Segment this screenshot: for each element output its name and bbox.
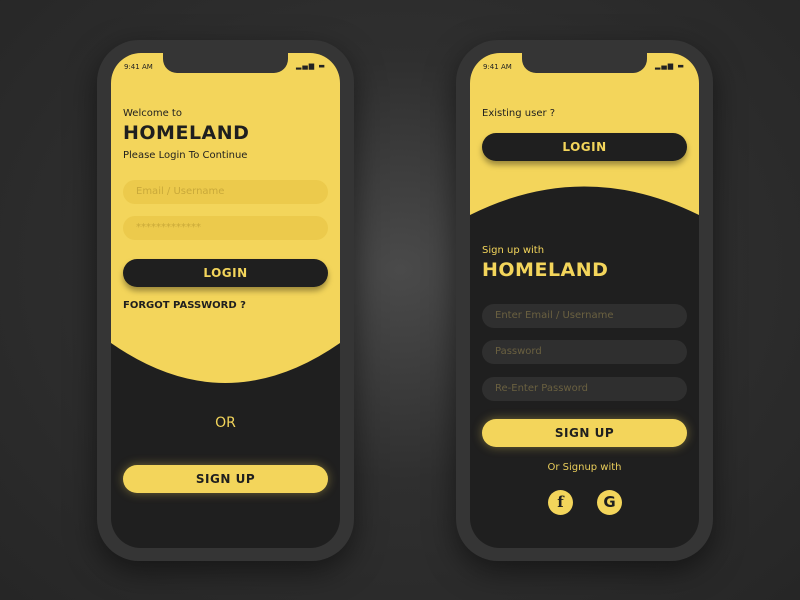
phone-signup: 9:41 AM ▂▄▆ ▬ Existing user ? LOGIN Sign… [456,40,713,561]
signup-screen: 9:41 AM ▂▄▆ ▬ Existing user ? LOGIN Sign… [470,53,699,548]
email-input[interactable]: Enter Email / Username [482,304,687,328]
notch [522,53,647,73]
brand-title: HOMELAND [123,122,250,144]
signup-button[interactable]: SIGN UP [482,419,687,447]
password-input[interactable]: ************* [123,216,328,240]
existing-user-text: Existing user ? [482,108,556,119]
reenter-password-input[interactable]: Re-Enter Password [482,377,687,401]
phone-login: 9:41 AM ▂▄▆ ▬ Welcome to HOMELAND Please… [97,40,354,561]
password-input[interactable]: Password [482,340,687,364]
welcome-text: Welcome to [123,108,182,119]
login-button[interactable]: LOGIN [123,259,328,287]
email-input[interactable]: Email / Username [123,180,328,204]
notch [163,53,288,73]
signal-battery-icon: ▂▄▆ ▬ [655,62,685,70]
status-time: 9:41 AM [124,63,153,71]
signup-button[interactable]: SIGN UP [123,465,328,493]
status-time: 9:41 AM [483,63,512,71]
brand-title: HOMELAND [482,259,609,281]
login-button[interactable]: LOGIN [482,133,687,161]
google-icon[interactable]: G [597,490,622,515]
login-screen: 9:41 AM ▂▄▆ ▬ Welcome to HOMELAND Please… [111,53,340,548]
signal-battery-icon: ▂▄▆ ▬ [296,62,326,70]
or-signup-with-text: Or Signup with [547,462,622,473]
signup-with-text: Sign up with [482,245,545,256]
forgot-password-link[interactable]: FORGOT PASSWORD ? [123,300,246,311]
subtitle: Please Login To Continue [123,150,248,161]
yellow-header-shape [470,53,699,215]
or-divider: OR [215,415,236,431]
facebook-icon[interactable]: f [548,490,573,515]
